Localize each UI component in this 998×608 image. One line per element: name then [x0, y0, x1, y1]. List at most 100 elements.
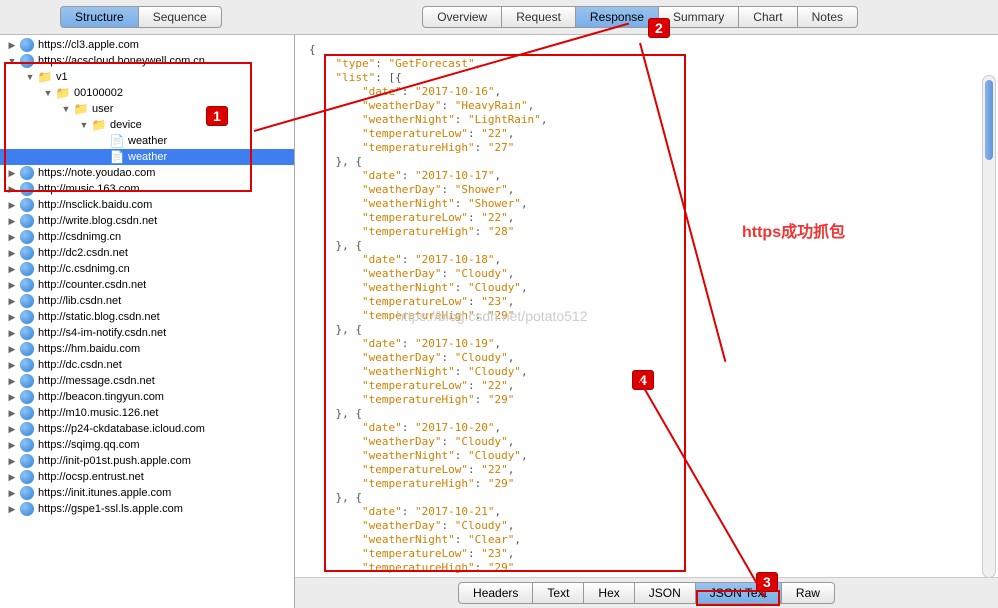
tree-item[interactable]: ▶http://nsclick.baidu.com — [0, 197, 294, 213]
tree-item-label: http://counter.csdn.net — [38, 279, 146, 291]
tree-item[interactable]: ▶https://gspe1-ssl.ls.apple.com — [0, 501, 294, 517]
bottom-tab-raw[interactable]: Raw — [782, 582, 835, 604]
disclosure-triangle-icon[interactable]: ▶ — [6, 263, 18, 275]
tree-item[interactable]: ▶ http://write.blog.csdn.net — [0, 213, 294, 229]
tree-item[interactable]: ▼📁device — [0, 117, 294, 133]
content-scrollbar[interactable] — [982, 75, 996, 578]
tree-item[interactable]: ▼https://acscloud.honeywell.com.cn — [0, 53, 294, 69]
globe-icon — [20, 326, 34, 340]
disclosure-triangle-icon[interactable]: ▶ — [6, 503, 18, 515]
disclosure-triangle-icon[interactable]: ▼ — [60, 103, 72, 115]
tree-item[interactable]: 📄weather — [0, 149, 294, 165]
disclosure-triangle-icon[interactable]: ▶ — [6, 199, 18, 211]
tree-item-label: https://hm.baidu.com — [38, 343, 140, 355]
tab-structure[interactable]: Structure — [60, 6, 139, 28]
tree-item[interactable]: ▶ https://p24-ckdatabase.icloud.com — [0, 421, 294, 437]
tree-item[interactable]: ▶http://ocsp.entrust.net — [0, 469, 294, 485]
disclosure-triangle-icon[interactable]: ▶ — [6, 471, 18, 483]
tree-item[interactable]: 📄weather — [0, 133, 294, 149]
tree-item[interactable]: ▶https://init.itunes.apple.com — [0, 485, 294, 501]
globe-icon — [20, 390, 34, 404]
bottom-tab-json[interactable]: JSON — [635, 582, 696, 604]
tab-overview[interactable]: Overview — [422, 6, 502, 28]
disclosure-triangle-icon[interactable]: ▶ — [6, 311, 18, 323]
bottom-tab-text[interactable]: Text — [533, 582, 584, 604]
disclosure-triangle-icon[interactable]: ▶ — [6, 215, 18, 227]
disclosure-triangle-icon[interactable]: ▶ — [6, 391, 18, 403]
globe-icon — [20, 422, 34, 436]
tab-sequence[interactable]: Sequence — [139, 6, 222, 28]
tree-item-label: https://p24-ckdatabase.icloud.com — [38, 423, 205, 435]
tree-item-label: weather — [128, 135, 167, 147]
tree-item-label: http://beacon.tingyun.com — [38, 391, 164, 403]
tree-item[interactable]: ▶ http://counter.csdn.net — [0, 277, 294, 293]
tree-item[interactable]: ▶ http://music.163.com — [0, 181, 294, 197]
tree-item[interactable]: ▶https://sqimg.qq.com — [0, 437, 294, 453]
disclosure-triangle-icon[interactable]: ▶ — [6, 439, 18, 451]
tree-item-label: http://lib.csdn.net — [38, 295, 121, 307]
disclosure-triangle-icon[interactable]: ▶ — [6, 231, 18, 243]
tree-item[interactable]: ▶https://cl3.apple.com — [0, 37, 294, 53]
tab-notes[interactable]: Notes — [798, 6, 858, 28]
tree-item[interactable]: ▶http://message.csdn.net — [0, 373, 294, 389]
folder-icon: 📁 — [74, 102, 88, 116]
tab-response[interactable]: Response — [576, 6, 659, 28]
tree-item[interactable]: ▶https://note.youdao.com — [0, 165, 294, 181]
tree-item[interactable]: ▶http://csdnimg.cn — [0, 229, 294, 245]
globe-icon — [20, 470, 34, 484]
sidebar-tree[interactable]: ▶https://cl3.apple.com▼https://acscloud.… — [0, 35, 295, 608]
bottom-tab-headers[interactable]: Headers — [458, 582, 533, 604]
tab-summary[interactable]: Summary — [659, 6, 739, 28]
tree-item[interactable]: ▼📁v1 — [0, 69, 294, 85]
tree-item[interactable]: ▼📁00100002 — [0, 85, 294, 101]
disclosure-triangle-icon[interactable]: ▶ — [6, 183, 18, 195]
tree-item[interactable]: ▶ http://s4-im-notify.csdn.net — [0, 325, 294, 341]
globe-icon — [20, 358, 34, 372]
disclosure-triangle-icon[interactable]: ▼ — [42, 87, 54, 99]
disclosure-triangle-icon[interactable]: ▶ — [6, 279, 18, 291]
disclosure-triangle-icon[interactable]: ▶ — [6, 39, 18, 51]
disclosure-triangle-icon[interactable]: ▶ — [6, 327, 18, 339]
globe-icon — [20, 38, 34, 52]
tree-item-label: http://s4-im-notify.csdn.net — [38, 327, 166, 339]
disclosure-triangle-icon[interactable]: ▶ — [6, 407, 18, 419]
bottom-tab-json-text[interactable]: JSON Text — [696, 582, 782, 604]
globe-icon — [20, 342, 34, 356]
tab-request[interactable]: Request — [502, 6, 576, 28]
tree-item[interactable]: ▶ http://m10.music.126.net — [0, 405, 294, 421]
disclosure-triangle-icon[interactable]: ▶ — [6, 295, 18, 307]
disclosure-triangle-icon[interactable]: ▶ — [6, 359, 18, 371]
disclosure-triangle-icon[interactable]: ▶ — [6, 455, 18, 467]
tree-item-label: http://music.163.com — [38, 183, 140, 195]
disclosure-triangle-icon[interactable]: ▼ — [24, 71, 36, 83]
tree-item[interactable]: ▶http://c.csdnimg.cn — [0, 261, 294, 277]
bottom-tab-hex[interactable]: Hex — [584, 582, 634, 604]
disclosure-triangle-icon[interactable]: ▶ — [6, 343, 18, 355]
folder-icon: 📁 — [92, 118, 106, 132]
tree-item-label: http://m10.music.126.net — [38, 407, 158, 419]
tree-item-label: http://init-p01st.push.apple.com — [38, 455, 191, 467]
disclosure-triangle-icon[interactable]: ▶ — [6, 487, 18, 499]
globe-icon — [20, 486, 34, 500]
tree-item[interactable]: ▶ http://static.blog.csdn.net — [0, 309, 294, 325]
tree-item[interactable]: ▶ http://lib.csdn.net — [0, 293, 294, 309]
scroll-thumb[interactable] — [985, 80, 993, 160]
disclosure-triangle-icon[interactable]: ▶ — [6, 167, 18, 179]
disclosure-triangle-icon[interactable]: ▼ — [78, 119, 90, 131]
tree-item-label: 00100002 — [74, 87, 123, 99]
tree-item-label: http://write.blog.csdn.net — [38, 215, 157, 227]
disclosure-triangle-icon[interactable]: ▶ — [6, 375, 18, 387]
tree-item[interactable]: ▶ http://beacon.tingyun.com — [0, 389, 294, 405]
tree-item[interactable]: ▶ http://init-p01st.push.apple.com — [0, 453, 294, 469]
tree-item[interactable]: ▶ https://hm.baidu.com — [0, 341, 294, 357]
tree-item[interactable]: ▼📁user — [0, 101, 294, 117]
disclosure-triangle-icon[interactable]: ▼ — [6, 55, 18, 67]
disclosure-triangle-icon[interactable]: ▶ — [6, 423, 18, 435]
json-response-text[interactable]: { "type": "GetForecast", "list": [{ "dat… — [295, 35, 998, 577]
tree-item[interactable]: ▶http://dc.csdn.net — [0, 357, 294, 373]
tree-item[interactable]: ▶ http://dc2.csdn.net — [0, 245, 294, 261]
tree-item-label: http://dc2.csdn.net — [38, 247, 128, 259]
tree-item-label: http://static.blog.csdn.net — [38, 311, 160, 323]
tab-chart[interactable]: Chart — [739, 6, 797, 28]
disclosure-triangle-icon[interactable]: ▶ — [6, 247, 18, 259]
